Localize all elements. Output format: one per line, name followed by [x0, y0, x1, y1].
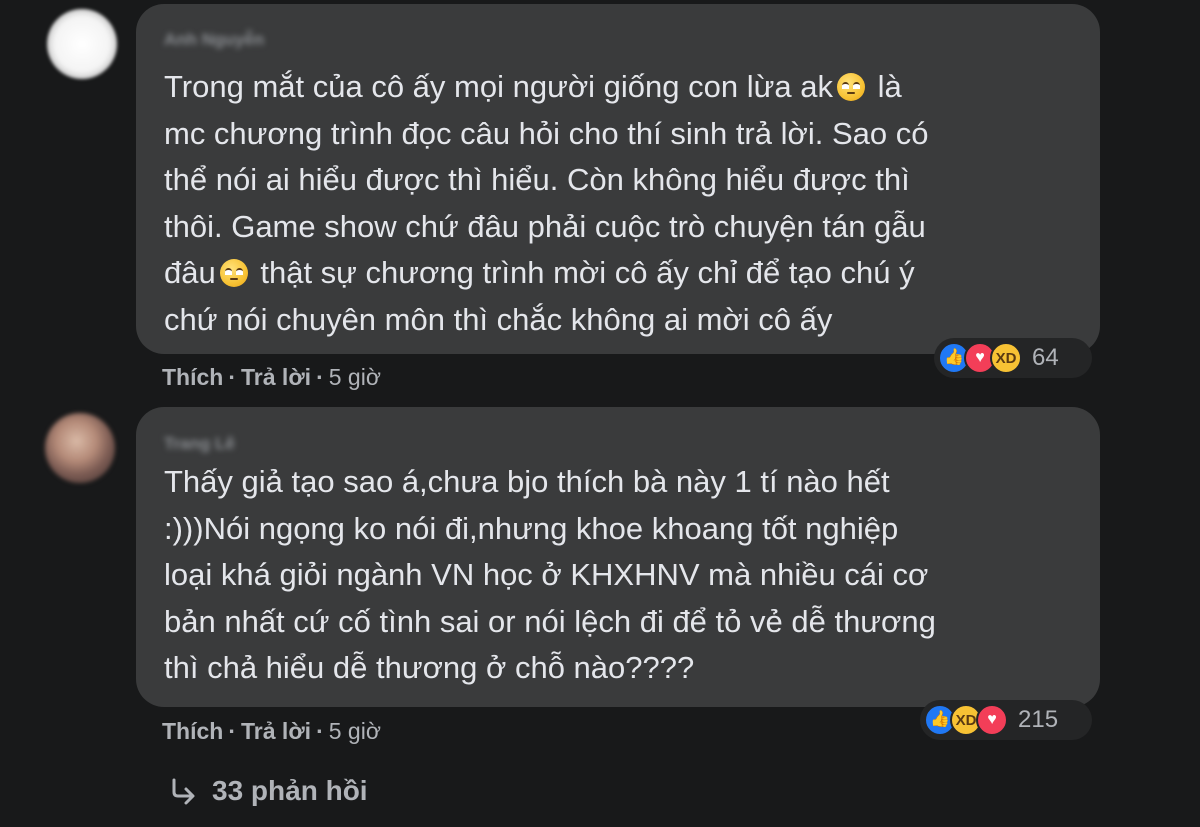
- comment-line: thể nói ai hiểu được thì hiểu. Còn không…: [164, 162, 910, 197]
- reaction-count: 64: [1032, 344, 1059, 371]
- reactions-summary[interactable]: 👍 ♥ XD 64: [934, 338, 1092, 378]
- comment-actions: Thích · Trả lời · 5 giờ: [162, 364, 381, 391]
- comment-timestamp[interactable]: 5 giờ: [329, 364, 381, 390]
- avatar[interactable]: [47, 9, 117, 79]
- comment-line: bản nhất cứ cố tình sai or nói lệch đi đ…: [164, 603, 936, 639]
- comment-bubble: Trang Lê Thấy giả tạo sao á,chưa bjo thí…: [136, 407, 1100, 707]
- separator: ·: [316, 718, 324, 744]
- reply-button[interactable]: Trả lời: [241, 364, 311, 390]
- comment-author[interactable]: Trang Lê: [164, 434, 235, 454]
- comment-author[interactable]: Anh Nguyễn: [164, 30, 264, 50]
- comment-line: chứ nói chuyên môn thì chắc không ai mời…: [164, 301, 833, 337]
- comment-text: Thấy giả tạo sao á,chưa bjo thích bà này…: [164, 459, 936, 692]
- separator: ·: [228, 364, 237, 390]
- comment-actions: Thích · Trả lời · 5 giờ: [162, 718, 381, 745]
- reply-arrow-icon: [172, 778, 195, 805]
- comment-line: loại khá giỏi ngành VN học ở KHXHNV mà n…: [164, 557, 929, 592]
- like-button[interactable]: Thích: [162, 364, 223, 390]
- love-reaction-icon: ♥: [976, 704, 1008, 736]
- comment-text: Trong mắt của cô ấy mọi người giống con …: [164, 64, 928, 343]
- comment-line: thôi. Game show chứ đâu phải cuộc trò ch…: [164, 208, 926, 244]
- reactions-summary[interactable]: 👍 XD ♥ 215: [920, 700, 1092, 740]
- comment-bubble: Anh Nguyễn Trong mắt của cô ấy mọi người…: [136, 4, 1100, 354]
- comment-line: mc chương trình đọc câu hỏi cho thí sinh…: [164, 115, 929, 151]
- separator: ·: [228, 718, 237, 744]
- rolling-eyes-emoji-icon: [836, 73, 865, 101]
- separator: ·: [316, 364, 324, 390]
- comment-line: Trong mắt của cô ấy mọi người giống con …: [164, 69, 902, 104]
- comment-timestamp[interactable]: 5 giờ: [329, 718, 381, 744]
- like-button[interactable]: Thích: [162, 718, 223, 744]
- view-replies-link[interactable]: 33 phản hồi: [168, 775, 368, 807]
- comments-section: Anh Nguyễn Trong mắt của cô ấy mọi người…: [0, 0, 1200, 827]
- comment-line: :)))Nói ngọng ko nói đi,nhưng khoe khoan…: [164, 510, 899, 546]
- reply-button[interactable]: Trả lời: [241, 718, 311, 744]
- rolling-eyes-emoji-icon: [219, 259, 248, 287]
- comment-line: đâu thật sự chương trình mời cô ấy chỉ đ…: [164, 255, 915, 290]
- comment-line: thì chả hiểu dễ thương ở chỗ nào????: [164, 650, 695, 685]
- replies-count-label: 33 phản hồi: [212, 775, 368, 806]
- avatar[interactable]: [45, 413, 115, 483]
- reaction-count: 215: [1018, 706, 1059, 733]
- comment-line: Thấy giả tạo sao á,chưa bjo thích bà này…: [164, 464, 890, 499]
- haha-reaction-icon: XD: [990, 342, 1022, 374]
